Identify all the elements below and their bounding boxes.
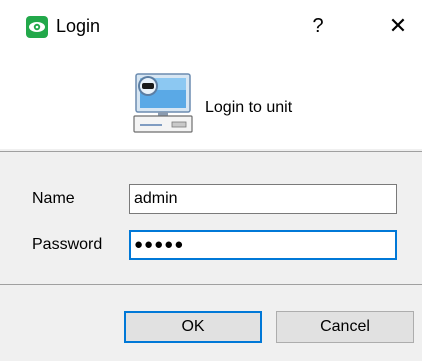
computer-icon: [132, 72, 196, 134]
title-bar: Login ? ✕: [0, 0, 422, 52]
password-value: ●●●●●: [134, 236, 185, 253]
eye-icon: [26, 16, 48, 38]
dialog-header: Login to unit: [0, 52, 422, 149]
close-button[interactable]: ✕: [380, 10, 416, 42]
login-dialog: Login ? ✕ Login to unit Name admin Passw…: [0, 0, 422, 361]
cancel-button[interactable]: Cancel: [276, 311, 414, 343]
header-text: Login to unit: [205, 99, 293, 116]
ok-button[interactable]: OK: [124, 311, 262, 343]
name-value: admin: [134, 190, 178, 207]
footer-divider: [0, 284, 422, 285]
name-field[interactable]: admin: [129, 184, 397, 214]
password-label: Password: [32, 236, 103, 253]
password-field[interactable]: ●●●●●: [129, 230, 397, 260]
help-button[interactable]: ?: [300, 10, 336, 42]
name-label: Name: [32, 190, 75, 207]
header-divider: [0, 151, 422, 152]
login-form: Name admin Password ●●●●●: [0, 155, 422, 283]
window-title: Login: [56, 16, 101, 36]
